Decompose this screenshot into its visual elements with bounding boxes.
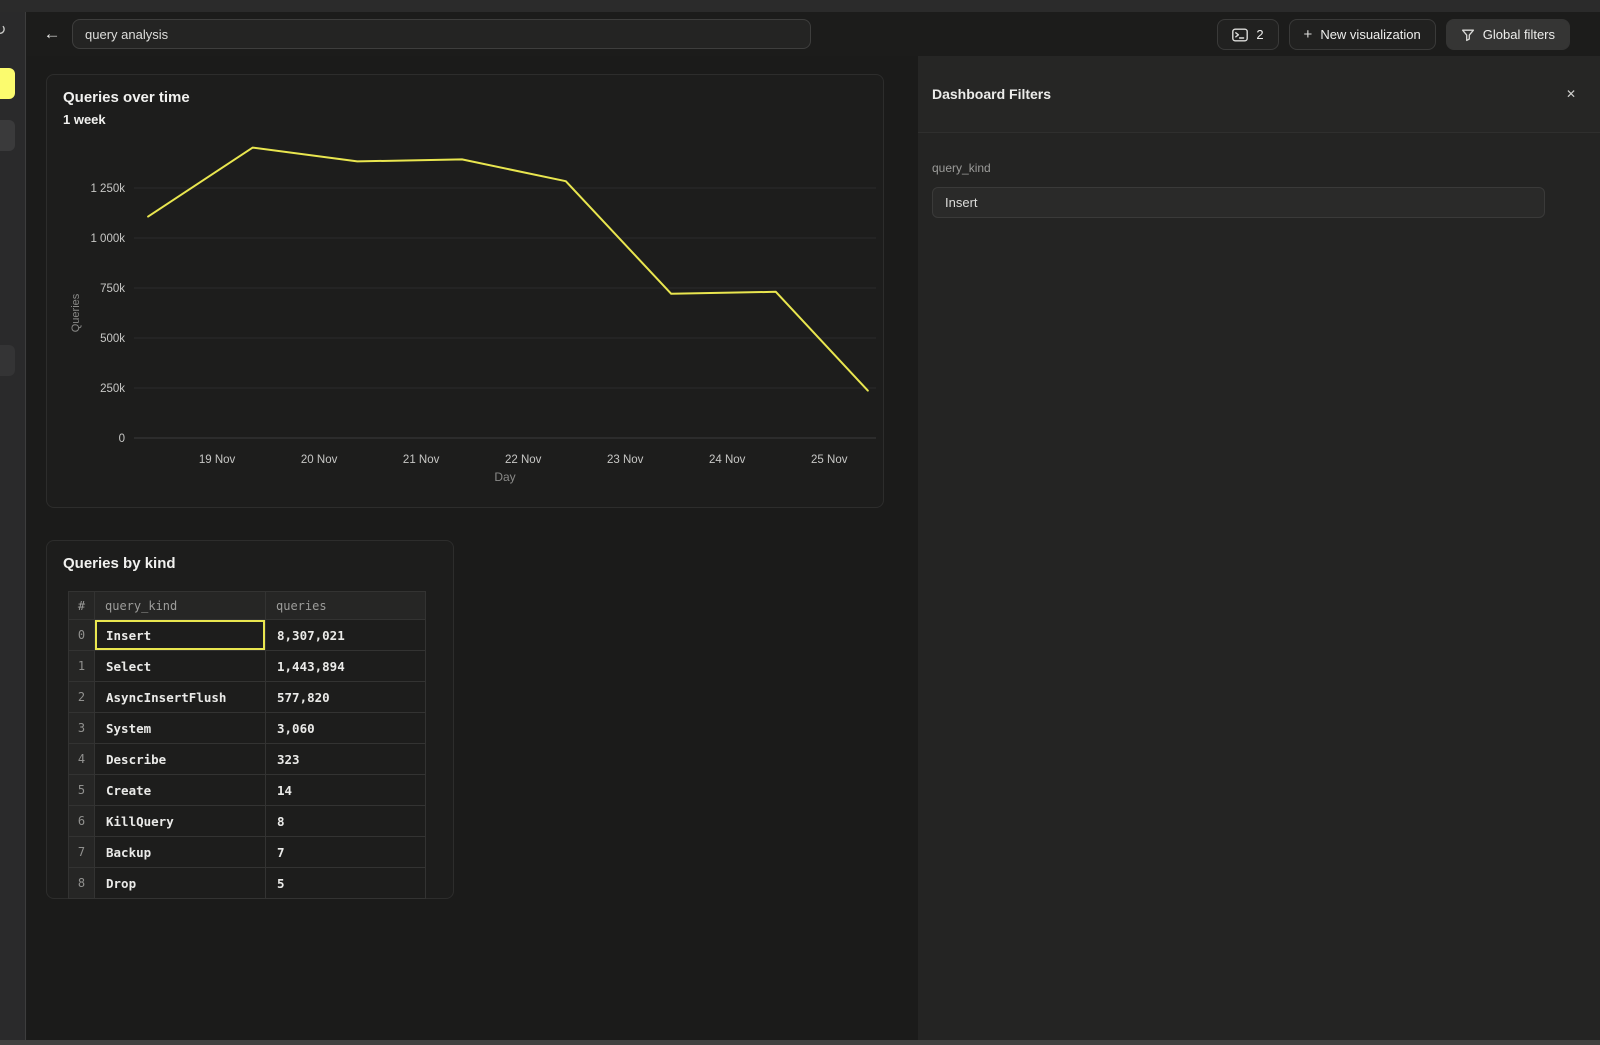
console-icon: [1232, 28, 1248, 42]
cell-queries[interactable]: 323: [266, 744, 426, 775]
x-tick-label: 22 Nov: [505, 454, 542, 466]
table-row: 5Create14: [69, 775, 426, 806]
cell-queries[interactable]: 7: [266, 837, 426, 868]
row-index: 3: [69, 713, 95, 744]
window-top-edge: [0, 0, 1600, 12]
row-index: 1: [69, 651, 95, 682]
y-tick-label: 500k: [100, 333, 125, 345]
column-header-queries: queries: [266, 592, 426, 620]
cell-queries[interactable]: 14: [266, 775, 426, 806]
table-panel-queries-by-kind: Queries by kind #query_kindqueries 0Inse…: [46, 540, 454, 899]
table-row: 4Describe323: [69, 744, 426, 775]
global-filters-button[interactable]: Global filters: [1446, 19, 1570, 50]
table-header-row: #query_kindqueries: [69, 592, 426, 620]
row-index: 8: [69, 868, 95, 899]
cell-queries[interactable]: 1,443,894: [266, 651, 426, 682]
filters-panel-body: query_kind: [918, 133, 1600, 246]
cell-query-kind[interactable]: Drop: [95, 868, 266, 899]
cell-query-kind[interactable]: Backup: [95, 837, 266, 868]
table-row: 8Drop5: [69, 868, 426, 899]
series-line-queries: [148, 148, 868, 391]
x-tick-label: 23 Nov: [607, 454, 644, 466]
table-title: Queries by kind: [63, 555, 176, 572]
x-tick-label: 24 Nov: [709, 454, 746, 466]
back-button[interactable]: ←: [40, 22, 64, 46]
close-icon[interactable]: ✕: [1566, 87, 1576, 101]
table-row: 2AsyncInsertFlush577,820: [69, 682, 426, 713]
history-refresh-icon[interactable]: ↻: [0, 23, 6, 39]
new-visualization-button[interactable]: + New visualization: [1289, 19, 1436, 50]
table-row: 7Backup7: [69, 837, 426, 868]
dashboard-filters-panel: Dashboard Filters ✕ query_kind: [918, 56, 1600, 1040]
y-tick-label: 1 000k: [90, 233, 125, 245]
column-header-query_kind: query_kind: [95, 592, 266, 620]
cell-query-kind[interactable]: Select: [95, 651, 266, 682]
y-tick-label: 250k: [100, 383, 125, 395]
row-index: 6: [69, 806, 95, 837]
queries-line-chart[interactable]: 0 250k 500k 750k 1 000k 1 250k 19 Nov 20 Nov 21 …: [47, 75, 883, 507]
x-tick-label: 19 Nov: [199, 454, 236, 466]
x-axis-title: Day: [494, 470, 515, 484]
topbar-actions: 2 + New visualization Global filters: [1217, 19, 1570, 50]
dashboard-title-input[interactable]: [72, 19, 811, 49]
cell-queries[interactable]: 3,060: [266, 713, 426, 744]
y-axis-title: Queries: [70, 293, 82, 332]
cell-queries[interactable]: 8: [266, 806, 426, 837]
column-header-index: #: [69, 592, 95, 620]
filters-panel-title: Dashboard Filters: [932, 86, 1051, 102]
row-index: 5: [69, 775, 95, 806]
x-tick-label: 21 Nov: [403, 454, 440, 466]
cell-queries[interactable]: 8,307,021: [266, 620, 426, 651]
cell-query-kind[interactable]: Create: [95, 775, 266, 806]
filters-panel-header: Dashboard Filters ✕: [918, 56, 1600, 133]
y-tick-label: 0: [119, 433, 125, 445]
y-tick-label: 750k: [100, 283, 125, 295]
sidebar-item[interactable]: [0, 120, 15, 151]
cell-queries[interactable]: 577,820: [266, 682, 426, 713]
table-row: 1Select1,443,894: [69, 651, 426, 682]
new-visualization-label: New visualization: [1320, 27, 1420, 42]
sidebar-item[interactable]: [0, 345, 15, 376]
row-index: 7: [69, 837, 95, 868]
row-index: 4: [69, 744, 95, 775]
filter-query-kind-input[interactable]: [932, 187, 1545, 218]
filter-field-label: query_kind: [932, 161, 1586, 175]
dashboard-canvas: Queries over time 1 week 0250k500k750k1 …: [27, 56, 918, 1040]
filter-funnel-icon: [1461, 28, 1475, 42]
global-filters-label: Global filters: [1483, 27, 1555, 42]
console-tab-count: 2: [1256, 27, 1263, 42]
chart-panel-queries-over-time: Queries over time 1 week 0250k500k750k1 …: [46, 74, 884, 508]
console-tabs-button[interactable]: 2: [1217, 19, 1278, 50]
table-row: 6KillQuery8: [69, 806, 426, 837]
window-bottom-edge: [0, 1040, 1600, 1045]
plus-icon: +: [1304, 28, 1313, 42]
cell-queries[interactable]: 5: [266, 868, 426, 899]
table-row: 3System3,060: [69, 713, 426, 744]
topbar: ← 2 + New visualization Global filters: [27, 12, 1600, 56]
table-row: 0Insert8,307,021: [69, 620, 426, 651]
cell-query-kind[interactable]: System: [95, 713, 266, 744]
results-table: #query_kindqueries 0Insert8,307,0211Sele…: [68, 591, 426, 899]
cell-query-kind-selected[interactable]: Insert: [95, 620, 266, 651]
cell-query-kind[interactable]: KillQuery: [95, 806, 266, 837]
row-index: 2: [69, 682, 95, 713]
x-tick-label: 25 Nov: [811, 454, 848, 466]
cell-query-kind[interactable]: Describe: [95, 744, 266, 775]
sidebar-item-active[interactable]: [0, 68, 15, 99]
cell-query-kind[interactable]: AsyncInsertFlush: [95, 682, 266, 713]
sidebar-sliver: ↻: [0, 12, 26, 1040]
x-tick-label: 20 Nov: [301, 454, 338, 466]
y-tick-label: 1 250k: [90, 183, 125, 195]
row-index: 0: [69, 620, 95, 651]
